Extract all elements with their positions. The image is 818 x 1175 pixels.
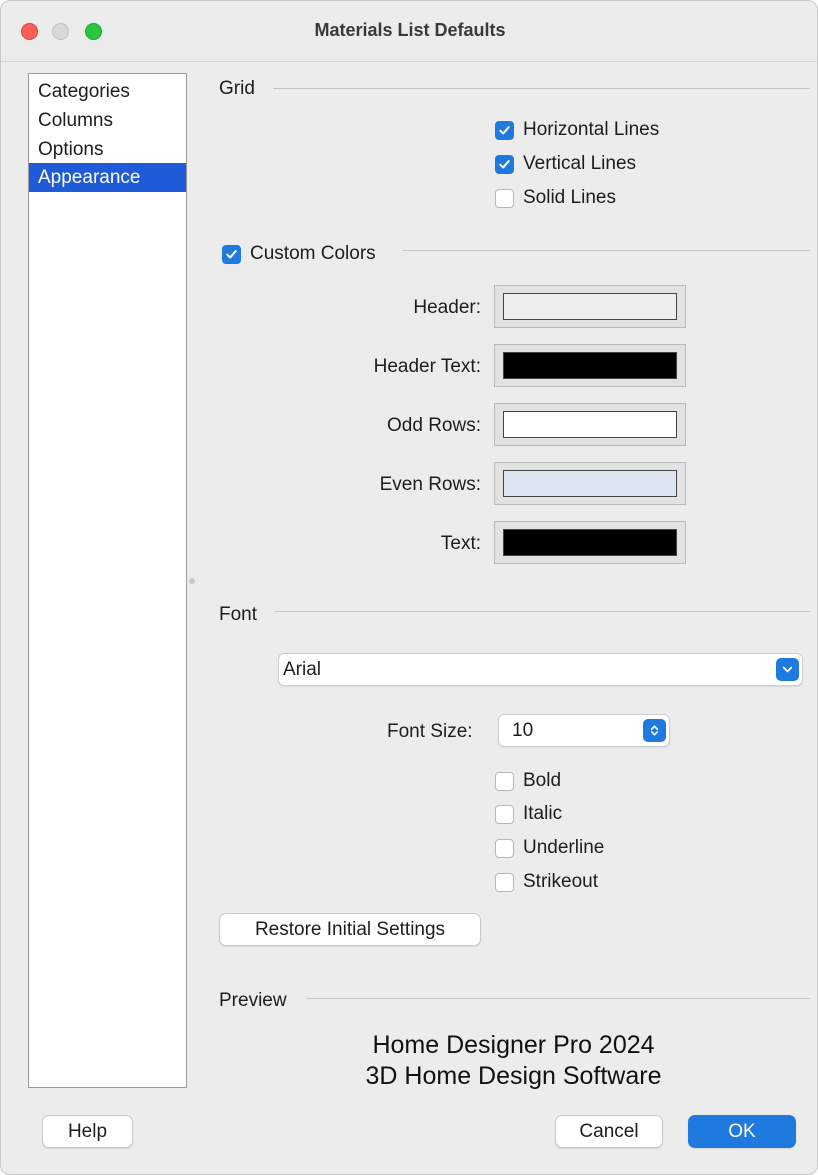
- cancel-button[interactable]: Cancel: [555, 1115, 663, 1148]
- italic-checkbox[interactable]: Italic: [495, 801, 562, 827]
- sidebar-item-options[interactable]: Options: [29, 135, 186, 164]
- preview-separator: [306, 998, 810, 999]
- header-text-color-label: Header Text:: [373, 356, 481, 377]
- sidebar-item-columns[interactable]: Columns: [29, 106, 186, 135]
- custom-colors-checkbox[interactable]: Custom Colors: [222, 241, 376, 267]
- preview-text-line-2: 3D Home Design Software: [365, 1062, 662, 1090]
- checkbox-icon: [495, 872, 514, 892]
- text-color-button[interactable]: [494, 521, 686, 564]
- header-color-button[interactable]: [494, 285, 686, 328]
- chevron-down-icon: [776, 658, 799, 681]
- grid-section-label: Grid: [219, 78, 255, 99]
- sidebar-item-appearance[interactable]: Appearance: [29, 163, 186, 192]
- preview-text-line-1: Home Designer Pro 2024: [372, 1031, 655, 1059]
- header-text-color-swatch: [503, 352, 677, 379]
- checkbox-icon: [495, 771, 514, 791]
- solid-lines-label: Solid Lines: [523, 187, 616, 208]
- splitter-handle[interactable]: [189, 578, 195, 584]
- restore-initial-settings-button[interactable]: Restore Initial Settings: [219, 913, 481, 946]
- checkbox-icon: [495, 804, 514, 824]
- strikeout-checkbox[interactable]: Strikeout: [495, 869, 598, 895]
- text-color-swatch: [503, 529, 677, 556]
- sidebar-item-categories[interactable]: Categories: [29, 77, 186, 106]
- header-color-swatch: [503, 293, 677, 320]
- category-sidebar: Categories Columns Options Appearance: [28, 73, 187, 1088]
- horizontal-lines-label: Horizontal Lines: [523, 119, 660, 140]
- strikeout-label: Strikeout: [523, 871, 598, 892]
- font-section-label: Font: [219, 604, 258, 625]
- odd-rows-color-button[interactable]: [494, 403, 686, 446]
- font-size-label: Font Size:: [387, 721, 473, 742]
- checkbox-icon: [222, 244, 241, 264]
- font-family-value: Arial: [283, 659, 322, 680]
- even-rows-color-swatch: [503, 470, 677, 497]
- custom-colors-label: Custom Colors: [250, 243, 376, 264]
- header-color-label: Header:: [413, 297, 481, 318]
- font-family-select[interactable]: Arial: [278, 653, 803, 686]
- even-rows-color-button[interactable]: [494, 462, 686, 505]
- font-size-value: 10: [512, 720, 534, 741]
- font-separator: [275, 611, 810, 612]
- custom-colors-separator: [403, 250, 810, 251]
- underline-checkbox[interactable]: Underline: [495, 835, 604, 861]
- italic-label: Italic: [523, 803, 563, 824]
- text-color-label: Text:: [440, 533, 481, 554]
- preview-section-label: Preview: [219, 990, 287, 1011]
- materials-list-defaults-dialog: Materials List Defaults Categories Colum…: [0, 0, 818, 1175]
- checkbox-icon: [495, 154, 514, 174]
- checkbox-icon: [495, 188, 514, 208]
- help-button[interactable]: Help: [42, 1115, 133, 1148]
- underline-label: Underline: [523, 837, 605, 858]
- bold-label: Bold: [523, 770, 562, 791]
- odd-rows-color-swatch: [503, 411, 677, 438]
- header-text-color-button[interactable]: [494, 344, 686, 387]
- ok-button[interactable]: OK: [688, 1115, 796, 1148]
- title-bar: Materials List Defaults: [1, 1, 817, 62]
- font-size-select[interactable]: 10: [498, 714, 670, 747]
- solid-lines-checkbox[interactable]: Solid Lines: [495, 185, 616, 211]
- bold-checkbox[interactable]: Bold: [495, 768, 561, 794]
- odd-rows-color-label: Odd Rows:: [387, 415, 481, 436]
- checkbox-icon: [495, 120, 514, 140]
- checkbox-icon: [495, 838, 514, 858]
- horizontal-lines-checkbox[interactable]: Horizontal Lines: [495, 117, 659, 143]
- grid-separator: [273, 88, 810, 89]
- up-down-chevron-icon: [643, 719, 666, 742]
- even-rows-color-label: Even Rows:: [379, 474, 481, 495]
- vertical-lines-label: Vertical Lines: [523, 153, 637, 174]
- vertical-lines-checkbox[interactable]: Vertical Lines: [495, 151, 636, 177]
- window-title: Materials List Defaults: [314, 20, 506, 40]
